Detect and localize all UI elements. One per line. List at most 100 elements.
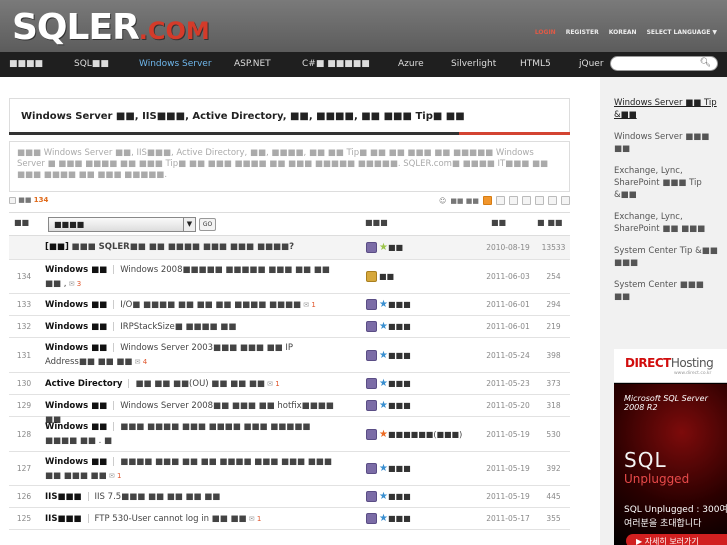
post-author[interactable]: ★■■■■■■(■■■) <box>366 429 466 440</box>
comment-count[interactable]: 1 <box>311 301 315 309</box>
nav-item-windows-server[interactable]: Windows Server <box>139 59 212 69</box>
post-category[interactable]: IIS■■■ <box>45 514 82 524</box>
search-input[interactable]: 🔍︎ <box>610 56 718 71</box>
sidebar-item-exchange-tips[interactable]: Exchange, Lync, SharePoint ■■■ Tip &■■ <box>614 165 719 201</box>
comment-count[interactable]: 4 <box>143 358 147 366</box>
rss-icon[interactable] <box>483 196 492 205</box>
author-name[interactable]: ■■■ <box>388 322 411 331</box>
author-name[interactable]: ■■■ <box>388 351 411 360</box>
post-title[interactable]: I/O■ ■■■■ ■■ ■■ ■■ ■■■■ ■■■■ <box>120 300 301 310</box>
sidebar-item-exchange-qna[interactable]: Exchange, Lync, SharePoint ■■ ■■■ <box>614 211 719 235</box>
post-category[interactable]: [■■] <box>45 242 69 252</box>
post-subject[interactable]: Windows ■■ Windows 2008■■■■■ ■■■■■ ■■■ ■■… <box>45 263 345 291</box>
nav-item-home[interactable]: ■■■■ <box>9 59 43 69</box>
view-list-icon[interactable] <box>535 196 544 205</box>
board-description: ■■■ Windows Server ■■, IIS■■■, Active Di… <box>9 141 570 192</box>
author-name[interactable]: ■■■ <box>388 300 411 309</box>
post-views: 392 <box>546 464 561 473</box>
post-category[interactable]: Windows ■■ <box>45 265 107 275</box>
post-author[interactable]: ★■■■ <box>366 299 466 310</box>
post-author[interactable]: ★■■■ <box>366 513 466 524</box>
post-category[interactable]: Windows ■■ <box>45 343 107 353</box>
author-name[interactable]: ■■■ <box>388 379 411 388</box>
post-category[interactable]: Windows ■■ <box>45 322 107 332</box>
chevron-down-icon[interactable]: ▼ <box>183 218 195 231</box>
category-select[interactable]: ■■■■ ▼ <box>48 217 196 232</box>
search-icon[interactable]: 🔍︎ <box>700 58 711 68</box>
post-category[interactable]: Windows ■■ <box>45 401 107 411</box>
author-name[interactable]: ■■■ <box>388 464 411 473</box>
author-name[interactable]: ■■■ <box>388 492 411 501</box>
level-star-icon: ★ <box>379 378 388 389</box>
sidebar-item-system-center-qna[interactable]: System Center ■■■ ■■ <box>614 279 719 303</box>
register-link[interactable]: REGISTER <box>566 29 599 36</box>
post-author[interactable]: ★■■■ <box>366 400 466 411</box>
nav-item-aspnet[interactable]: ASP.NET <box>234 59 271 69</box>
view-grid-icon[interactable] <box>561 196 570 205</box>
tag-icon[interactable] <box>496 196 505 205</box>
nav-item-azure[interactable]: Azure <box>398 59 424 69</box>
post-subject[interactable]: Windows ■■ ■■■■ ■■■ ■■ ■■ ■■■■ ■■■ ■■■ ■■… <box>45 455 345 483</box>
nav-item-jquery[interactable]: jQuer <box>579 59 604 69</box>
post-author[interactable]: ★■■ <box>366 242 466 253</box>
sidebar-item-windows-qna[interactable]: Windows Server ■■■ ■■ <box>614 131 719 155</box>
post-subject[interactable]: IIS■■■ IIS 7.5■■■ ■■ ■■ ■■ ■■ <box>45 490 345 504</box>
login-link[interactable]: LOGIN <box>535 29 556 36</box>
post-author[interactable]: ★■■■ <box>366 491 466 502</box>
post-author[interactable]: ★■■■ <box>366 321 466 332</box>
post-subject[interactable]: Windows ■■ Windows Server 2003■■■ ■■■ ■■ … <box>45 341 345 369</box>
sidebar-item-system-center-tips[interactable]: System Center Tip &■■ ■■■ <box>614 245 719 269</box>
subject-separator <box>113 265 115 274</box>
author-avatar-icon <box>366 350 377 361</box>
post-subject[interactable]: Active Directory ■■ ■■ ■■(OU) ■■ ■■ ■■ ✉ … <box>45 377 345 391</box>
author-name[interactable]: ■■■ <box>388 514 411 523</box>
author-name[interactable]: ■■■■■■(■■■) <box>388 430 462 439</box>
post-subject[interactable]: [■■] ■■■ SQLER■■ ■■ ■■■■ ■■■ ■■■ ■■■■? <box>45 240 345 254</box>
go-button[interactable]: GO <box>199 218 216 231</box>
post-subject[interactable]: Windows ■■ IRPStackSize■ ■■■■ ■■ <box>45 320 345 334</box>
ad-more-button[interactable]: ▶ 자세히 보러가기 <box>626 534 727 545</box>
post-author[interactable]: ★■■■ <box>366 378 466 389</box>
post-title[interactable]: FTP 530-User cannot log in ■■ ■■ <box>95 514 247 524</box>
board-title-box: Windows Server ■■, IIS■■■, Active Direct… <box>9 98 570 134</box>
post-count-label: ■■ <box>18 196 32 204</box>
nav-item-csharp[interactable]: C#■ ■■■■■ <box>302 59 370 69</box>
post-category[interactable]: Windows ■■ <box>45 300 107 310</box>
post-title[interactable]: ■■ ■■ ■■(OU) ■■ ■■ ■■ <box>135 379 264 389</box>
post-title[interactable]: IRPStackSize■ ■■■■ ■■ <box>120 322 236 332</box>
post-author[interactable]: ■■ <box>366 271 466 282</box>
nav-item-sql[interactable]: SQL■■ <box>74 59 109 69</box>
comment-count[interactable]: 3 <box>77 280 81 288</box>
user-search-label[interactable]: ■■ ■■ <box>450 197 479 205</box>
language-select[interactable]: SELECT LANGUAGE ▼ <box>647 29 717 36</box>
comment-count[interactable]: 1 <box>117 472 121 480</box>
post-author[interactable]: ★■■■ <box>366 350 466 361</box>
table-body: [■■] ■■■ SQLER■■ ■■ ■■■■ ■■■ ■■■ ■■■■? ★■… <box>9 236 570 530</box>
korean-link[interactable]: KOREAN <box>609 29 637 36</box>
nav-item-silverlight[interactable]: Silverlight <box>451 59 496 69</box>
post-title[interactable]: ■■■ SQLER■■ ■■ ■■■■ ■■■ ■■■ ■■■■? <box>72 242 294 252</box>
comment-count[interactable]: 1 <box>275 380 279 388</box>
author-name[interactable]: ■■■ <box>388 401 411 410</box>
author-name[interactable]: ■■ <box>388 243 403 252</box>
post-subject[interactable]: Windows ■■ I/O■ ■■■■ ■■ ■■ ■■ ■■■■ ■■■■ ✉… <box>45 298 345 312</box>
sidebar-ad[interactable]: DIRECTHosting www.direct.co.kr Microsoft… <box>614 349 727 545</box>
post-category[interactable]: Windows ■■ <box>45 422 107 432</box>
post-category[interactable]: Windows ■■ <box>45 457 107 467</box>
nav-item-html5[interactable]: HTML5 <box>520 59 551 69</box>
help-icon[interactable] <box>509 196 518 205</box>
post-author[interactable]: ★■■■ <box>366 463 466 474</box>
comment-count[interactable]: 1 <box>257 515 261 523</box>
sidebar-item-windows-tips[interactable]: Windows Server ■■ Tip &■■ <box>614 97 719 121</box>
post-category[interactable]: IIS■■■ <box>45 492 82 502</box>
site-logo[interactable]: SQLER.COM <box>12 10 210 49</box>
author-name[interactable]: ■■ <box>379 272 394 281</box>
view-web-icon[interactable] <box>548 196 557 205</box>
post-title[interactable]: IIS 7.5■■■ ■■ ■■ ■■ ■■ <box>95 492 221 502</box>
subject-separator <box>128 379 130 388</box>
subject-separator <box>87 492 89 501</box>
post-subject[interactable]: Windows ■■ ■■■ ■■■■ ■■■ ■■■■ ■■■ ■■■■■ ■■… <box>45 420 345 448</box>
post-category[interactable]: Active Directory <box>45 379 122 389</box>
post-subject[interactable]: IIS■■■ FTP 530-User cannot log in ■■ ■■ ✉… <box>45 512 345 526</box>
calendar-icon[interactable] <box>522 196 531 205</box>
